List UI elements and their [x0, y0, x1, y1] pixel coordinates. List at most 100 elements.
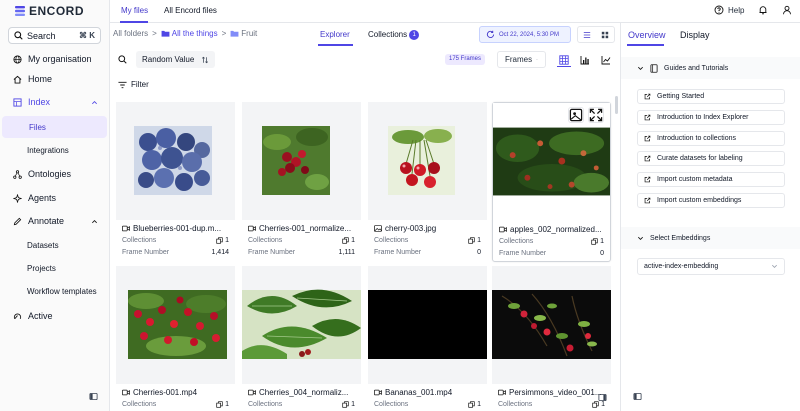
file-card-cherries-001[interactable]: Cherries-001.mp4 Collections1 Frame Numb… — [116, 266, 235, 411]
search-icon[interactable] — [118, 55, 127, 64]
embeddings-section-header[interactable]: Select Embeddings — [621, 227, 800, 249]
sidebar-item-files[interactable]: Files — [2, 116, 107, 138]
home-icon — [13, 75, 22, 84]
collections-count: 1 — [351, 237, 355, 244]
collections-row: Collections 1 — [374, 237, 481, 244]
file-card-cherry-003[interactable]: cherry-003.jpg Collections 1 Frame Number… — [368, 102, 487, 262]
tab-my-files[interactable]: My files — [121, 6, 148, 15]
file-card-persimmons[interactable]: Persimmons_video_001... Collections1 Fra… — [492, 266, 611, 411]
file-thumbnail — [242, 102, 361, 220]
tab-collections[interactable]: Collections 1 — [368, 30, 420, 40]
collections-row: Collections 1 — [248, 237, 355, 244]
sidebar-item-active[interactable]: Active — [6, 305, 106, 327]
grid-view-button[interactable] — [557, 53, 571, 67]
sidebar-item-integrations[interactable]: Integrations — [0, 139, 107, 161]
refresh-icon — [486, 30, 495, 38]
frames-select[interactable]: Frames — [497, 51, 546, 68]
video-icon — [122, 225, 130, 232]
bar-chart-button[interactable] — [578, 53, 592, 67]
user-icon[interactable] — [782, 5, 792, 15]
breadcrumb-fruit[interactable]: Fruit — [230, 29, 257, 38]
file-thumbnail — [116, 102, 235, 220]
leaves-thumbnail-image — [242, 289, 361, 359]
file-card-blueberries[interactable]: Blueberries-001-dup.m... Collections 1 Fr… — [116, 102, 235, 262]
cherry-branch-thumbnail-image — [128, 290, 227, 359]
sidebar-item-annotate[interactable]: Annotate — [6, 210, 106, 232]
collapse-panel-icon[interactable] — [633, 392, 642, 401]
guide-link-collections[interactable]: Introduction to collections — [637, 131, 785, 146]
tab-overview[interactable]: Overview — [628, 30, 666, 40]
sidebar-item-projects[interactable]: Projects — [0, 257, 107, 279]
file-name-label: apples_002_normalized... — [510, 225, 602, 234]
chevron-up-icon — [92, 219, 97, 223]
file-card-bananas[interactable]: Bananas_001.mp4 Collections1 Frame Numbe… — [368, 266, 487, 411]
tab-explorer[interactable]: Explorer — [320, 30, 350, 39]
sidebar-item-workflow-templates[interactable]: Workflow templates — [0, 280, 107, 302]
guides-section-header[interactable]: Guides and Tutorials — [621, 57, 800, 79]
grid-scrollbar[interactable] — [615, 96, 618, 114]
settings-view-button[interactable] — [596, 27, 614, 42]
index-icon — [13, 97, 22, 107]
card-actions — [568, 107, 604, 123]
guide-link-index-explorer[interactable]: Introduction to Index Explorer — [637, 110, 785, 125]
preview-icon — [569, 108, 583, 122]
sidebar-item-agents[interactable]: Agents — [6, 187, 106, 209]
collapse-panel-icon[interactable] — [598, 393, 607, 402]
breadcrumb-all-the-things[interactable]: All the things — [161, 29, 218, 38]
scatter-chart-icon — [601, 56, 611, 65]
file-name: Cherries_004_normaliz... — [248, 388, 358, 397]
filter-button[interactable]: Filter — [118, 80, 149, 89]
encord-logo[interactable]: ENCORD — [14, 4, 84, 18]
guide-link-curate-datasets[interactable]: Curate datasets for labeling — [637, 151, 785, 166]
globe-icon — [13, 54, 22, 64]
file-name: Persimmons_video_001... — [498, 388, 608, 397]
sidebar-item-label: Workflow templates — [27, 286, 97, 296]
guide-link-getting-started[interactable]: Getting Started — [637, 89, 785, 104]
sidebar-item-ontologies[interactable]: Ontologies — [6, 163, 106, 185]
line-chart-button[interactable] — [599, 53, 613, 67]
guide-link-import-embeddings[interactable]: Import custom embeddings — [637, 193, 785, 208]
frame-number-row: Frame Number 0 — [499, 250, 604, 257]
embeddings-title: Select Embeddings — [650, 234, 711, 242]
tab-all-encord-files[interactable]: All Encord files — [164, 6, 217, 15]
bell-icon[interactable] — [758, 5, 768, 15]
guide-link-import-metadata[interactable]: Import custom metadata — [637, 172, 785, 187]
sort-button[interactable]: Random Value — [136, 51, 215, 68]
help-label: Help — [728, 5, 745, 15]
collections-count: 1 — [225, 237, 229, 244]
help-button[interactable]: Help — [714, 5, 744, 15]
sidebar-item-datasets[interactable]: Datasets — [0, 234, 107, 256]
frame-number-row: Frame Number 1,111 — [248, 249, 355, 256]
global-search[interactable]: Search ⌘ K — [8, 27, 101, 44]
sidebar-item-label: Active — [28, 311, 53, 321]
file-card-apples[interactable]: apples_002_normalized... Collections 1 Fr… — [492, 102, 611, 262]
sidebar-item-home[interactable]: Home — [6, 68, 106, 90]
file-name: cherry-003.jpg — [374, 224, 484, 233]
file-card-cherries-004[interactable]: Cherries_004_normaliz... Collections1 Fr… — [242, 266, 361, 411]
expand-button[interactable] — [588, 107, 604, 123]
cherry-thumbnail-image — [388, 126, 455, 195]
tab-display[interactable]: Display — [680, 30, 710, 40]
list-view-button[interactable] — [578, 27, 596, 42]
embedding-select[interactable]: active-index-embedding — [637, 258, 785, 275]
sidebar-item-label: My organisation — [28, 54, 92, 64]
file-card-cherries-normalized[interactable]: Cherries-001_normalize... Collections 1 F… — [242, 102, 361, 262]
video-icon — [248, 389, 256, 396]
file-name: Blueberries-001-dup.m... — [122, 224, 232, 233]
agents-icon — [13, 193, 22, 203]
date-refresh-button[interactable]: Oct 22, 2024, 5:30 PM — [479, 26, 571, 43]
file-name: Bananas_001.mp4 — [374, 388, 484, 397]
sidebar-item-organisation[interactable]: My organisation — [6, 48, 106, 70]
collections-icon — [468, 237, 475, 244]
collections-label: Collections — [248, 401, 283, 408]
annotate-icon — [13, 217, 22, 225]
chevron-down-icon — [638, 66, 643, 70]
open-preview-button[interactable] — [568, 107, 584, 123]
breadcrumb-separator: > — [221, 29, 227, 38]
sidebar-item-index[interactable]: Index — [6, 91, 106, 113]
external-link-icon — [644, 93, 651, 100]
breadcrumb-all-folders[interactable]: All folders — [113, 29, 148, 38]
encord-logo-icon — [15, 6, 25, 16]
collapse-sidebar-icon[interactable] — [89, 392, 98, 401]
expand-icon — [589, 108, 603, 122]
